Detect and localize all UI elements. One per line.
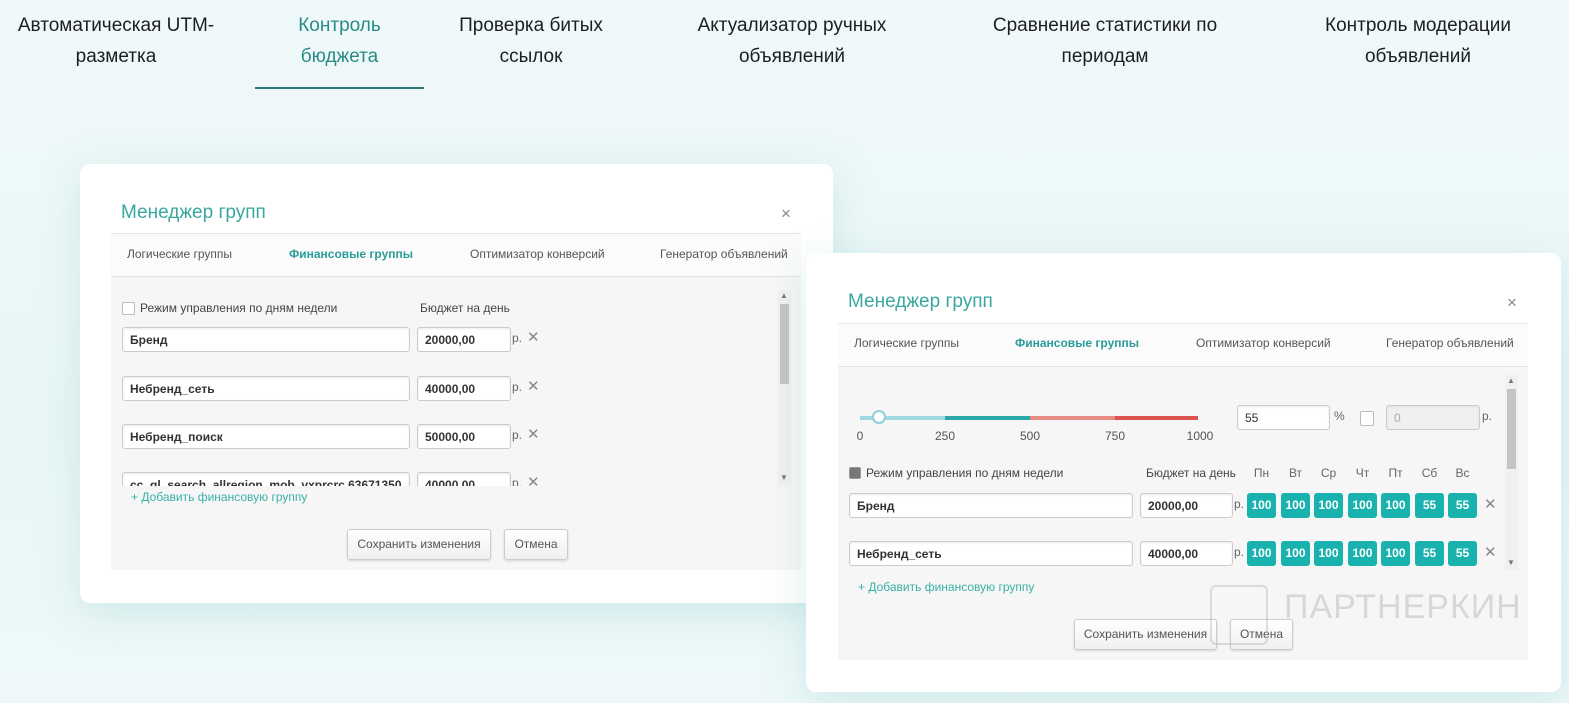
tab-broken-links[interactable]: Проверка битых ссылок bbox=[446, 10, 616, 72]
weekday-mode-checkbox[interactable] bbox=[849, 467, 861, 479]
budget-input[interactable]: 50000,00 bbox=[417, 424, 511, 449]
tab-ads-updater[interactable]: Актуализатор ручных объявлений bbox=[682, 10, 902, 72]
weekday-mode-checkbox[interactable] bbox=[122, 302, 135, 315]
scrollbar[interactable]: ▲ ▼ bbox=[1505, 375, 1518, 570]
day-percent-box[interactable]: 100 bbox=[1247, 541, 1276, 566]
dialog-title: Менеджер групп bbox=[121, 202, 266, 223]
currency-label: р. bbox=[1234, 497, 1245, 511]
percent-input[interactable]: 55 bbox=[1237, 405, 1330, 430]
day-percent-box[interactable]: 100 bbox=[1381, 541, 1410, 566]
budget-header: Бюджет на день bbox=[1146, 466, 1236, 480]
day-percent-box[interactable]: 55 bbox=[1415, 493, 1444, 518]
cancel-button[interactable]: Отмена bbox=[504, 529, 568, 560]
delete-icon[interactable]: ✕ bbox=[527, 328, 540, 346]
group-name-input[interactable]: Небренд_сеть bbox=[849, 541, 1133, 566]
weekday-header: Пт bbox=[1388, 466, 1403, 480]
close-icon[interactable]: × bbox=[781, 204, 791, 224]
currency-label: р. bbox=[512, 380, 523, 394]
groups-list: Бренд 20000,00 р. ✕ Небренд_сеть 40000,0… bbox=[111, 320, 771, 486]
watermark-logo-icon bbox=[1210, 585, 1268, 645]
slider-segment bbox=[1115, 416, 1198, 420]
day-percent-box[interactable]: 100 bbox=[1381, 493, 1410, 518]
group-name-input[interactable]: Бренд bbox=[122, 327, 410, 352]
tab-stats-compare[interactable]: Сравнение статистики по периодам bbox=[975, 10, 1235, 72]
close-icon[interactable]: × bbox=[1507, 293, 1517, 313]
day-percent-box[interactable]: 100 bbox=[1314, 541, 1343, 566]
day-percent-box[interactable]: 100 bbox=[1247, 493, 1276, 518]
tab-conversion-optimizer[interactable]: Оптимизатор конверсий bbox=[470, 247, 605, 261]
slider-tick: 500 bbox=[1019, 429, 1041, 443]
weekday-header: Чт bbox=[1355, 466, 1370, 480]
tab-logical-groups[interactable]: Логические группы bbox=[854, 336, 959, 350]
day-percent-box[interactable]: 55 bbox=[1448, 493, 1477, 518]
currency-label: р. bbox=[512, 428, 523, 442]
weekday-header: Ср bbox=[1320, 466, 1337, 480]
weekday-header: Вт bbox=[1288, 466, 1303, 480]
tab-ad-generator[interactable]: Генератор объявлений bbox=[1386, 336, 1514, 350]
scrollbar[interactable]: ▲ ▼ bbox=[778, 290, 791, 485]
tab-logical-groups[interactable]: Логические группы bbox=[127, 247, 232, 261]
save-button[interactable]: Сохранить изменения bbox=[347, 529, 491, 560]
add-financial-group-link[interactable]: + Добавить финансовую группу bbox=[858, 580, 1034, 594]
active-tab-underline bbox=[255, 87, 424, 89]
slider-tick: 1000 bbox=[1186, 429, 1214, 443]
group-name-input[interactable]: Бренд bbox=[849, 493, 1133, 518]
day-percent-box[interactable]: 100 bbox=[1314, 493, 1343, 518]
weekday-header: Вс bbox=[1455, 466, 1470, 480]
delete-icon[interactable]: ✕ bbox=[527, 377, 540, 395]
slider-thumb[interactable] bbox=[872, 410, 886, 424]
weekday-mode-label: Режим управления по дням недели bbox=[140, 301, 338, 315]
delete-icon[interactable]: ✕ bbox=[527, 425, 540, 443]
group-name-input[interactable]: cc_gl_search_allregion_mob_vxprcrc 63671… bbox=[122, 472, 410, 486]
tab-utm[interactable]: Автоматическая UTM-разметка bbox=[6, 10, 226, 72]
slider-tick: 0 bbox=[856, 429, 864, 443]
tab-conversion-optimizer[interactable]: Оптимизатор конверсий bbox=[1196, 336, 1331, 350]
watermark: ПАРТНЕРКИН bbox=[1284, 588, 1522, 626]
day-percent-box[interactable]: 100 bbox=[1348, 493, 1377, 518]
weekday-mode-label: Режим управления по дням недели bbox=[866, 466, 1064, 480]
weekday-header: Сб bbox=[1421, 466, 1438, 480]
dialog-title: Менеджер групп bbox=[848, 291, 993, 312]
group-manager-dialog-1: Менеджер групп × Логические группы Финан… bbox=[111, 190, 801, 570]
slider-segment bbox=[945, 416, 1030, 420]
budget-header: Бюджет на день bbox=[420, 301, 510, 315]
budget-input[interactable]: 40000,00 bbox=[1140, 541, 1233, 566]
slider-segment bbox=[1030, 416, 1115, 420]
currency-label: р. bbox=[512, 476, 523, 486]
delete-icon[interactable]: ✕ bbox=[1484, 495, 1497, 513]
budget-input[interactable]: 20000,00 bbox=[417, 327, 511, 352]
budget-input[interactable]: 40000,00 bbox=[417, 472, 511, 486]
tab-ad-generator[interactable]: Генератор объявлений bbox=[660, 247, 788, 261]
amount-input[interactable]: 0 bbox=[1386, 405, 1480, 430]
save-button[interactable]: Сохранить изменения bbox=[1074, 619, 1217, 650]
group-name-input[interactable]: Небренд_сеть bbox=[122, 376, 410, 401]
tab-financial-groups[interactable]: Финансовые группы bbox=[1015, 336, 1139, 350]
tab-budget-control[interactable]: Контроль бюджета bbox=[255, 10, 424, 72]
percent-sign: % bbox=[1334, 409, 1345, 423]
slider-tick: 750 bbox=[1104, 429, 1126, 443]
currency-label: р. bbox=[1482, 409, 1493, 423]
day-percent-box[interactable]: 100 bbox=[1281, 541, 1310, 566]
delete-icon[interactable]: ✕ bbox=[1484, 543, 1497, 561]
currency-label: р. bbox=[1234, 545, 1245, 559]
day-percent-box[interactable]: 55 bbox=[1415, 541, 1444, 566]
day-percent-box[interactable]: 100 bbox=[1281, 493, 1310, 518]
budget-input[interactable]: 20000,00 bbox=[1140, 493, 1233, 518]
weekday-header: Пн bbox=[1253, 466, 1270, 480]
budget-input[interactable]: 40000,00 bbox=[417, 376, 511, 401]
delete-icon[interactable]: ✕ bbox=[527, 473, 540, 486]
day-percent-box[interactable]: 100 bbox=[1348, 541, 1377, 566]
add-financial-group-link[interactable]: + Добавить финансовую группу bbox=[131, 490, 307, 504]
group-name-input[interactable]: Небренд_поиск bbox=[122, 424, 410, 449]
tab-financial-groups[interactable]: Финансовые группы bbox=[289, 247, 413, 261]
day-percent-box[interactable]: 55 bbox=[1448, 541, 1477, 566]
currency-label: р. bbox=[512, 331, 523, 345]
slider-tick: 250 bbox=[934, 429, 956, 443]
amount-checkbox[interactable] bbox=[1360, 411, 1374, 426]
tab-moderation[interactable]: Контроль модерации объявлений bbox=[1308, 10, 1528, 72]
